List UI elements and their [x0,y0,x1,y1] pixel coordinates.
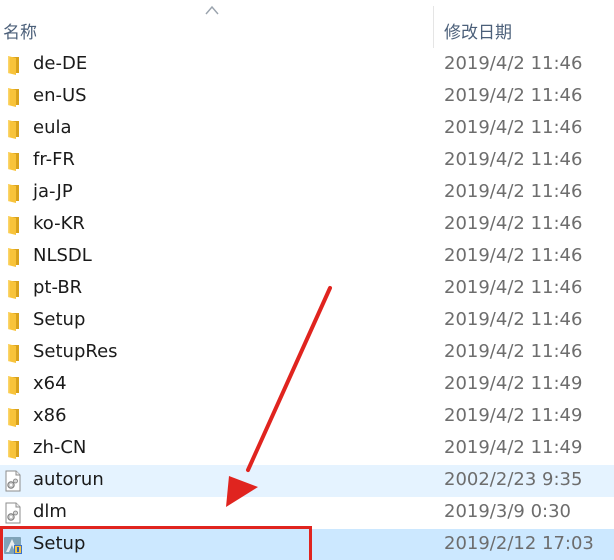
file-date-modified: 2019/4/2 11:49 [444,373,583,394]
file-name: Setup [33,533,86,554]
folder-icon [3,182,23,204]
settings-file-icon [3,502,23,524]
file-name: ja-JP [33,181,73,202]
file-date-modified: 2019/4/2 11:46 [444,309,583,330]
file-name: x86 [33,405,67,426]
file-date-modified: 2019/4/2 11:49 [444,405,583,426]
folder-icon [3,118,23,140]
column-header-name[interactable]: 名称 [0,0,433,48]
file-date-modified: 2019/4/2 11:46 [444,213,583,234]
file-name: ko-KR [33,213,85,234]
folder-icon [3,310,23,332]
folder-icon [3,86,23,108]
folder-icon [3,438,23,460]
folder-icon [3,214,23,236]
file-date-modified: 2019/4/2 11:46 [444,277,583,298]
folder-icon [3,342,23,364]
file-name: x64 [33,373,67,394]
file-date-modified: 2019/4/2 11:46 [444,181,583,202]
file-row[interactable]: fr-FR 2019/4/2 11:46 [0,145,614,177]
file-date-modified: 2019/4/2 11:46 [444,117,583,138]
file-date-modified: 2019/4/2 11:46 [444,53,583,74]
setup-app-icon [3,534,23,556]
file-row[interactable]: NLSDL 2019/4/2 11:46 [0,241,614,273]
file-date-modified: 2002/2/23 9:35 [444,469,583,490]
file-name: Setup [33,309,86,330]
file-row[interactable]: en-US 2019/4/2 11:46 [0,81,614,113]
folder-icon [3,374,23,396]
file-row[interactable]: autorun 2002/2/23 9:35 [0,465,614,497]
file-name: NLSDL [33,245,92,266]
file-name: SetupRes [33,341,118,362]
file-row[interactable]: x64 2019/4/2 11:49 [0,369,614,401]
file-row[interactable]: ja-JP 2019/4/2 11:46 [0,177,614,209]
file-row[interactable]: SetupRes 2019/4/2 11:46 [0,337,614,369]
file-name: en-US [33,85,87,106]
file-date-modified: 2019/4/2 11:46 [444,245,583,266]
file-date-modified: 2019/4/2 11:49 [444,437,583,458]
column-header-bar: 名称 修改日期 [0,0,614,48]
file-date-modified: 2019/4/2 11:46 [444,85,583,106]
folder-icon [3,150,23,172]
file-name: zh-CN [33,437,87,458]
folder-icon [3,278,23,300]
settings-file-icon [3,470,23,492]
file-list: de-DE 2019/4/2 11:46 en-US 2019/4/2 11:46 … [0,49,614,560]
file-name: autorun [33,469,104,490]
folder-icon [3,406,23,428]
file-name: fr-FR [33,149,75,170]
file-name: eula [33,117,72,138]
file-row[interactable]: de-DE 2019/4/2 11:46 [0,49,614,81]
file-name: pt-BR [33,277,83,298]
file-name: dlm [33,501,67,522]
file-row[interactable]: Setup 2019/2/12 17:03 [0,529,614,560]
file-row[interactable]: Setup 2019/4/2 11:46 [0,305,614,337]
folder-icon [3,246,23,268]
file-name: de-DE [33,53,88,74]
file-row[interactable]: dlm 2019/3/9 0:30 [0,497,614,529]
file-date-modified: 2019/2/12 17:03 [444,533,594,554]
file-row[interactable]: ko-KR 2019/4/2 11:46 [0,209,614,241]
column-header-name-label: 名称 [3,23,37,43]
sort-ascending-icon [205,5,219,15]
file-row[interactable]: x86 2019/4/2 11:49 [0,401,614,433]
file-date-modified: 2019/4/2 11:46 [444,149,583,170]
file-explorer-list: 名称 修改日期 de-DE 2019/4/2 11:46 en-US 2019/4/… [0,0,614,560]
column-header-date-modified[interactable]: 修改日期 [434,0,614,48]
folder-icon [3,54,23,76]
file-row[interactable]: zh-CN 2019/4/2 11:49 [0,433,614,465]
column-header-date-label: 修改日期 [444,23,512,43]
file-date-modified: 2019/3/9 0:30 [444,501,571,522]
file-row[interactable]: pt-BR 2019/4/2 11:46 [0,273,614,305]
file-row[interactable]: eula 2019/4/2 11:46 [0,113,614,145]
file-date-modified: 2019/4/2 11:46 [444,341,583,362]
